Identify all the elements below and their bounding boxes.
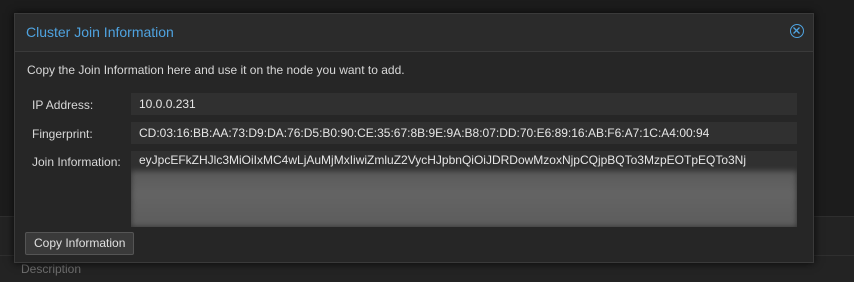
- fingerprint-field[interactable]: CD:03:16:BB:AA:73:D9:DA:76:D5:B0:90:CE:3…: [131, 122, 797, 144]
- redacted-blur: [131, 171, 797, 227]
- ip-address-label: IP Address:: [32, 98, 94, 112]
- background-description-label: Description: [21, 262, 82, 276]
- dialog-intro-text: Copy the Join Information here and use i…: [27, 63, 405, 77]
- dialog-title: Cluster Join Information: [26, 24, 174, 40]
- fingerprint-label: Fingerprint:: [32, 127, 93, 141]
- ip-address-field[interactable]: 10.0.0.231: [131, 93, 797, 115]
- dialog-footer: [15, 228, 813, 262]
- dialog-titlebar: Cluster Join Information: [15, 14, 813, 52]
- join-information-field[interactable]: eyJpcEFkZHJlc3MiOiIxMC4wLjAuMjMxIiwiZmlu…: [131, 151, 797, 227]
- cluster-join-dialog: Cluster Join Information Copy the Join I…: [14, 13, 814, 263]
- close-icon[interactable]: [790, 24, 804, 38]
- join-information-value: eyJpcEFkZHJlc3MiOiIxMC4wLjAuMjMxIiwiZmlu…: [139, 153, 747, 167]
- join-information-label: Join Information:: [32, 155, 121, 169]
- copy-information-button[interactable]: Copy Information: [25, 232, 135, 255]
